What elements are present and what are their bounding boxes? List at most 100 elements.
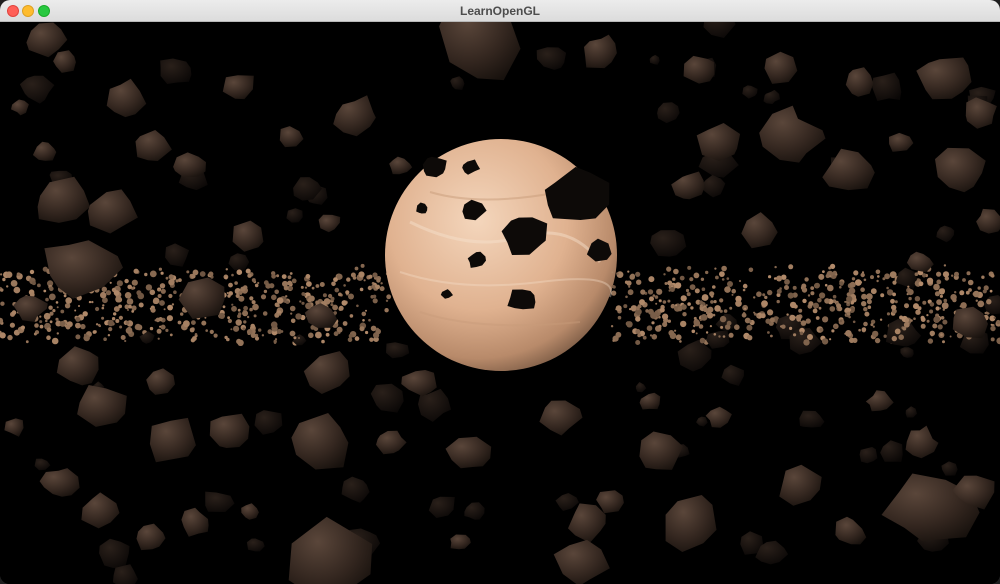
ring-pebble (365, 330, 369, 335)
ring-pebble (111, 317, 116, 321)
ring-pebble (721, 278, 725, 281)
ring-pebble (774, 265, 777, 269)
ring-pebble (308, 332, 314, 339)
ring-pebble (237, 308, 241, 312)
ring-pebble (37, 283, 41, 288)
title-bar[interactable]: LearnOpenGL (0, 0, 1000, 22)
ring-pebble (45, 319, 48, 323)
ring-pebble (834, 325, 837, 329)
ring-pebble (354, 266, 359, 271)
ring-pebble (39, 315, 42, 318)
ring-pebble (848, 308, 852, 312)
ring-pebble (246, 315, 250, 319)
ring-pebble (966, 271, 971, 276)
ring-pebble (827, 284, 834, 292)
ring-pebble (165, 328, 169, 332)
ring-pebble (205, 329, 208, 332)
ring-pebble (102, 304, 105, 307)
ring-pebble (247, 273, 252, 278)
ring-pebble (808, 301, 814, 307)
ring-pebble (786, 313, 789, 316)
ring-pebble (959, 290, 965, 296)
ring-pebble (933, 316, 941, 323)
ring-pebble (863, 321, 868, 327)
ring-pebble (907, 285, 910, 288)
ring-pebble (719, 271, 725, 277)
ring-pebble (846, 311, 851, 316)
ring-pebble (926, 277, 934, 284)
ring-pebble (74, 309, 77, 312)
ring-pebble (283, 285, 289, 291)
ring-pebble (714, 305, 721, 312)
ring-pebble (34, 323, 39, 328)
ring-pebble (127, 309, 129, 311)
ring-pebble (186, 270, 190, 274)
ring-pebble (322, 293, 327, 298)
ring-pebble (926, 319, 930, 323)
ring-pebble (824, 298, 830, 304)
ring-pebble (940, 333, 943, 337)
ring-pebble (213, 333, 218, 338)
ring-pebble (800, 320, 807, 326)
ring-pebble (52, 309, 56, 313)
ring-pebble (615, 331, 622, 338)
ring-pebble (183, 320, 190, 328)
ring-pebble (793, 333, 797, 337)
ring-pebble (724, 286, 731, 293)
ring-pebble (892, 280, 897, 285)
ring-pebble (658, 299, 662, 302)
ring-pebble (39, 324, 44, 329)
ring-pebble (289, 272, 293, 275)
ring-pebble (936, 279, 942, 285)
ring-pebble (943, 298, 948, 303)
ring-pebble (362, 319, 365, 322)
ring-pebble (199, 271, 206, 277)
ring-pebble (95, 306, 100, 312)
ring-pebble (635, 306, 640, 311)
ring-pebble (189, 274, 193, 277)
ring-pebble (173, 290, 177, 295)
ring-pebble (674, 329, 677, 332)
ring-pebble (46, 327, 52, 333)
ring-pebble (379, 286, 385, 292)
ring-pebble (943, 264, 947, 267)
ring-pebble (960, 302, 967, 309)
ring-pebble (234, 281, 238, 285)
ring-pebble (249, 307, 253, 312)
ring-pebble (936, 299, 942, 305)
ring-pebble (942, 319, 948, 325)
ring-pebble (718, 335, 721, 338)
ring-pebble (363, 279, 366, 282)
ring-pebble (807, 334, 813, 340)
ring-pebble (91, 300, 94, 304)
ring-pebble (866, 299, 872, 305)
ring-pebble (915, 309, 921, 315)
ring-pebble (299, 300, 302, 303)
ring-pebble (235, 293, 240, 298)
ring-pebble (726, 320, 732, 326)
ring-pebble (231, 305, 237, 312)
ring-pebble (874, 337, 881, 344)
ring-pebble (386, 294, 392, 300)
ring-pebble (799, 331, 804, 336)
opengl-viewport[interactable] (0, 22, 1000, 584)
ring-pebble (120, 335, 126, 340)
ring-pebble (63, 294, 67, 298)
ring-pebble (354, 336, 360, 341)
ring-pebble (345, 290, 350, 295)
ring-pebble (781, 324, 786, 329)
ring-pebble (870, 323, 874, 327)
ring-pebble (384, 308, 389, 313)
ring-pebble (347, 337, 353, 343)
ring-pebble (252, 303, 259, 311)
ring-pebble (228, 282, 233, 288)
ring-pebble (789, 314, 796, 321)
ring-pebble (20, 325, 25, 330)
ring-pebble (0, 288, 4, 292)
ring-pebble (611, 271, 614, 274)
ring-pebble (375, 328, 382, 335)
ring-pebble (352, 276, 357, 280)
ring-pebble (647, 289, 654, 295)
ring-pebble (346, 277, 351, 282)
ring-pebble (939, 294, 944, 298)
